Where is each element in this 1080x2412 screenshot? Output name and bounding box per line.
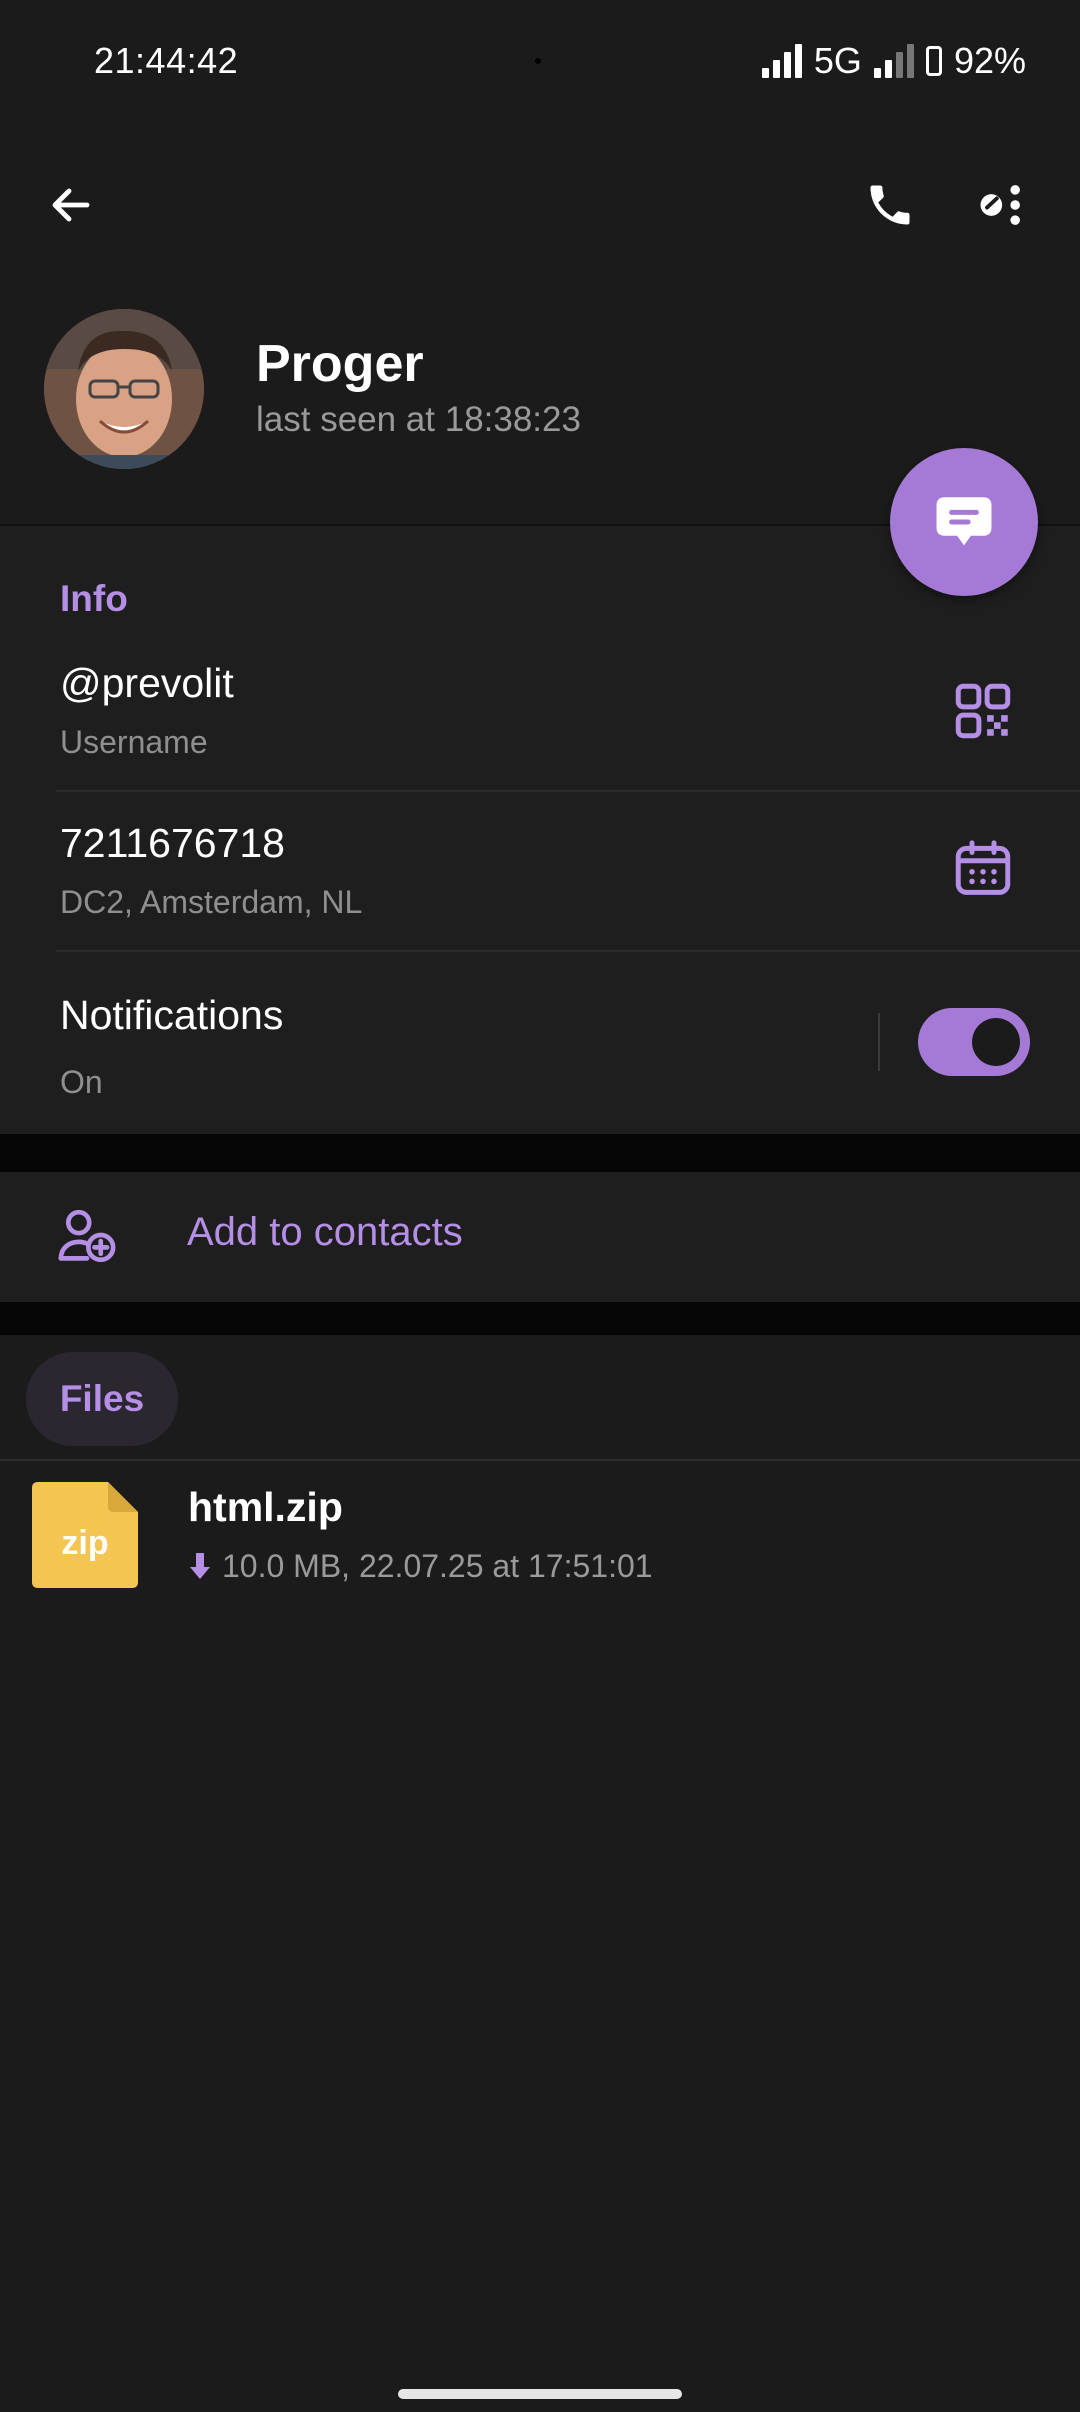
notifications-state: On (60, 1064, 103, 1100)
send-message-fab[interactable] (890, 448, 1038, 596)
signal-secondary-icon (873, 44, 914, 78)
signal-icon (761, 44, 802, 78)
profile-name: Proger (256, 335, 424, 393)
file-meta: 10.0 MB, 22.07.25 at 17:51:01 (188, 1548, 653, 1585)
arrow-left-icon (52, 188, 90, 222)
call-button[interactable] (855, 170, 925, 240)
notifications-label: Notifications (60, 992, 284, 1038)
status-bar: 21:44:42 5G 92% (0, 0, 1080, 125)
section-gap (0, 1134, 1080, 1172)
zip-file-icon-label: zip (61, 1524, 109, 1562)
toggle-knob (972, 1018, 1020, 1066)
more-options-button[interactable] (965, 170, 1035, 240)
tabs-divider (0, 1459, 1080, 1461)
toggle-separator (878, 1013, 880, 1071)
more-options-icon (980, 185, 1020, 225)
add-contact-icon (54, 1202, 124, 1272)
last-seen-status: last seen at 18:38:23 (256, 400, 581, 439)
file-size-date: 10.0 MB, 22.07.25 at 17:51:01 (222, 1548, 653, 1584)
add-to-contacts-label[interactable]: Add to contacts (187, 1210, 463, 1255)
qr-code-icon (955, 683, 1011, 739)
qr-code-button[interactable] (950, 678, 1020, 748)
battery-icon (925, 46, 942, 76)
battery-level: 92% (953, 40, 1026, 81)
calendar-button[interactable] (950, 836, 1020, 906)
status-time: 21:44:42 (94, 40, 239, 81)
info-section-title: Info (60, 578, 128, 619)
back-button[interactable] (36, 170, 106, 240)
username-row[interactable]: @prevolit Username (0, 640, 1080, 790)
user-id-datacenter: DC2, Amsterdam, NL (60, 884, 363, 920)
calendar-icon (955, 840, 1011, 895)
file-name: html.zip (188, 1484, 343, 1530)
user-id-value: 7211676718 (60, 820, 285, 866)
status-indicators: 5G 92% (761, 40, 1026, 82)
message-icon (936, 497, 992, 546)
avatar[interactable] (44, 309, 204, 469)
section-gap (0, 1302, 1080, 1335)
download-arrow-icon (190, 1552, 210, 1579)
zip-file-icon: zip (32, 1482, 138, 1588)
network-type: 5G (813, 40, 862, 81)
notifications-toggle[interactable] (918, 1008, 1030, 1076)
username-value: @prevolit (60, 660, 234, 706)
phone-icon (870, 185, 910, 225)
home-indicator[interactable] (398, 2389, 682, 2399)
user-id-row[interactable]: 7211676718 DC2, Amsterdam, NL (0, 792, 1080, 950)
add-to-contacts-row[interactable] (0, 1172, 1080, 1302)
camera-cutout (535, 58, 541, 64)
avatar-photo (44, 309, 204, 469)
username-label: Username (60, 724, 208, 760)
tab-files[interactable]: Files (26, 1352, 178, 1446)
